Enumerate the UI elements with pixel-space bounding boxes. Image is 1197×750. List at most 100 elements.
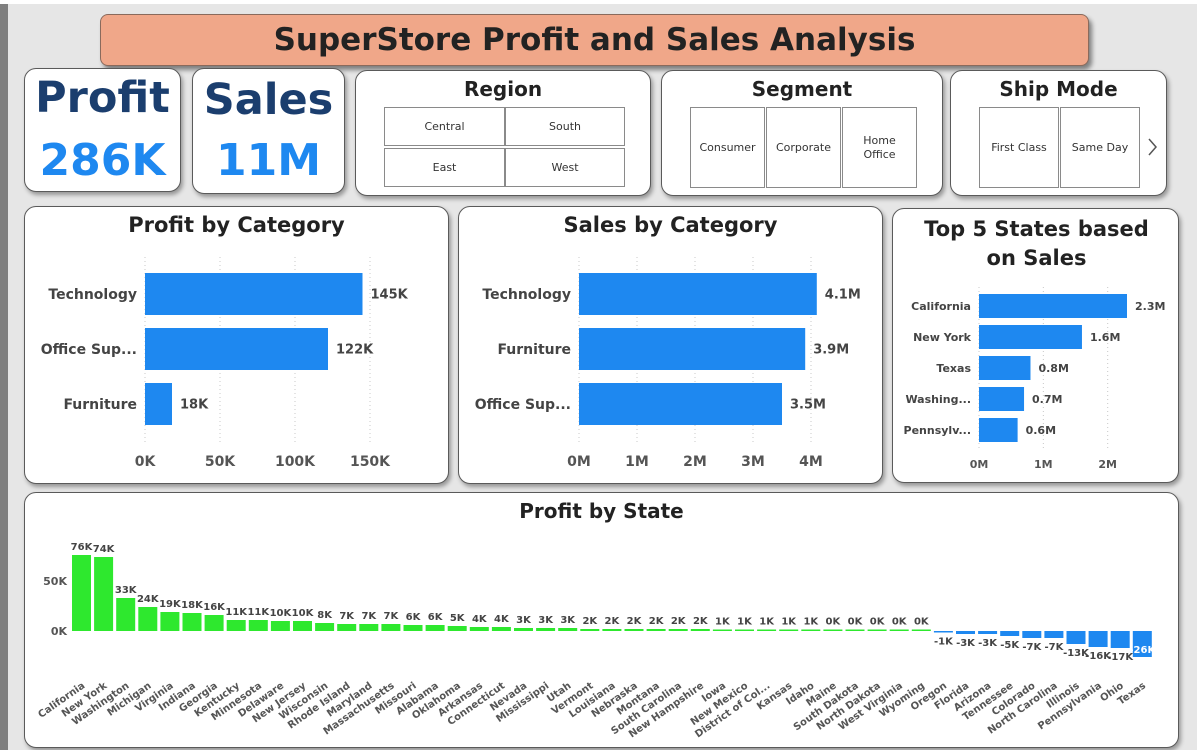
category-label: Office Sup...	[41, 342, 137, 358]
bar	[145, 328, 328, 370]
sales-kpi-card: Sales 11M	[192, 68, 345, 194]
data-label: 3.9M	[813, 343, 849, 358]
bar	[403, 625, 423, 631]
data-label: 16K	[203, 602, 226, 613]
data-label: -1K	[934, 637, 954, 648]
category-label: Office Sup...	[475, 397, 571, 413]
bar	[337, 624, 357, 631]
bar	[956, 631, 975, 634]
data-label: 0K	[892, 617, 908, 628]
data-label: 76K	[71, 542, 94, 553]
bar	[823, 629, 843, 631]
data-label: 3.5M	[790, 398, 826, 413]
data-label: 2.3M	[1135, 300, 1165, 313]
profit-by-category-card: Profit by Category 0K 50K 100K 150K Technolo…	[24, 206, 449, 484]
data-label: 3K	[560, 615, 576, 626]
category-label: Technology	[48, 287, 137, 303]
sales-by-category-card: Sales by Category 0M 1M 2M 3M 4M Technology 4.…	[458, 206, 883, 484]
dashboard-title-banner: SuperStore Profit and Sales Analysis	[100, 14, 1089, 66]
data-label: 6K	[428, 612, 444, 623]
data-label: 18K	[180, 398, 209, 413]
bar	[138, 607, 158, 631]
bar	[469, 627, 489, 631]
bar	[579, 328, 806, 370]
bar	[624, 629, 644, 631]
bar	[646, 629, 666, 631]
region-option-central[interactable]: Central	[384, 107, 505, 146]
bar	[735, 629, 754, 631]
data-label: -3K	[978, 638, 998, 649]
region-slicer: Region Central South East West	[355, 70, 651, 196]
bar	[72, 555, 91, 631]
x-tick-label: 0M	[567, 454, 591, 470]
data-label: 19K	[159, 599, 182, 610]
region-option-east[interactable]: East	[384, 148, 505, 187]
region-option-west[interactable]: West	[505, 148, 625, 187]
data-label: 2K	[693, 616, 709, 627]
data-label: 2K	[582, 616, 598, 627]
x-tick-label: 3M	[741, 454, 765, 470]
data-label: 4K	[494, 614, 510, 625]
data-label: 11K	[247, 607, 270, 618]
bar	[94, 557, 114, 631]
segment-option-corporate[interactable]: Corporate	[766, 107, 841, 188]
bar	[447, 626, 467, 631]
bar	[602, 629, 622, 631]
data-label: 8K	[317, 610, 333, 621]
bar	[668, 629, 688, 631]
data-label: 1K	[803, 617, 819, 628]
sales-kpi-value: 11M	[215, 135, 321, 186]
data-label: 122K	[336, 343, 374, 358]
data-label: -7K	[1044, 642, 1064, 653]
data-label: 2K	[605, 616, 621, 627]
x-tick-label: 4M	[799, 454, 823, 470]
data-label: 1K	[737, 617, 753, 628]
data-label: 2K	[671, 616, 687, 627]
ship-mode-option-same-day[interactable]: Same Day	[1060, 107, 1140, 188]
data-label: 4.1M	[825, 288, 861, 303]
bar	[979, 387, 1025, 411]
category-label: California	[911, 300, 971, 313]
region-option-south[interactable]: South	[505, 107, 625, 146]
top5-states-chart: 0M 1M 2M California 2.3M New York 1.6M Texas 0.8…	[904, 287, 1165, 471]
ship-mode-slicer: Ship Mode First Class Same Day	[950, 70, 1167, 196]
data-label: 145K	[371, 288, 409, 303]
profit-by-state-chart: 0K50K76KCalifornia74KNew York33KWashingt…	[36, 542, 1156, 740]
bar	[690, 629, 710, 631]
x-tick-label: 2M	[683, 454, 707, 470]
data-label: 2K	[627, 616, 643, 627]
data-label: 24K	[137, 594, 160, 605]
ship-mode-option-first-class[interactable]: First Class	[979, 107, 1059, 188]
top5-states-card: Top 5 States based on Sales 0M 1M 2M Califo…	[892, 208, 1179, 483]
data-label: -26K	[1129, 645, 1156, 656]
chevron-right-icon[interactable]	[1145, 135, 1159, 159]
bar	[580, 629, 600, 631]
bar	[491, 627, 511, 631]
bar	[145, 383, 172, 425]
segment-option-consumer[interactable]: Consumer	[690, 107, 765, 188]
data-label: 5K	[450, 613, 466, 624]
bar	[779, 629, 799, 631]
data-label: 1K	[759, 617, 775, 628]
data-label: 0.6M	[1026, 424, 1056, 437]
bar	[381, 624, 401, 631]
dashboard-title: SuperStore Profit and Sales Analysis	[273, 22, 916, 58]
data-label: -7K	[1022, 642, 1042, 653]
bar	[514, 628, 533, 631]
segment-slicer: Segment Consumer Corporate Home Office	[661, 70, 943, 196]
bar	[248, 620, 268, 631]
segment-slicer-title: Segment	[751, 77, 853, 101]
profit-by-category-chart: 0K 50K 100K 150K Technology 145K Office Sup...…	[41, 257, 409, 470]
bar	[1000, 631, 1020, 636]
data-label: 4K	[472, 614, 488, 625]
sales-by-category-chart: 0M 1M 2M 3M 4M Technology 4.1M Furniture 3.9M Off…	[475, 257, 861, 470]
bar	[1022, 631, 1042, 638]
bar	[889, 629, 909, 631]
data-label: 18K	[181, 600, 204, 611]
data-label: -3K	[956, 638, 976, 649]
region-slicer-title: Region	[463, 77, 543, 101]
sales-kpi-label: Sales	[203, 75, 334, 125]
segment-option-home-office[interactable]: Home Office	[842, 107, 917, 188]
category-label: Washing...	[905, 393, 971, 406]
bar	[182, 613, 202, 631]
